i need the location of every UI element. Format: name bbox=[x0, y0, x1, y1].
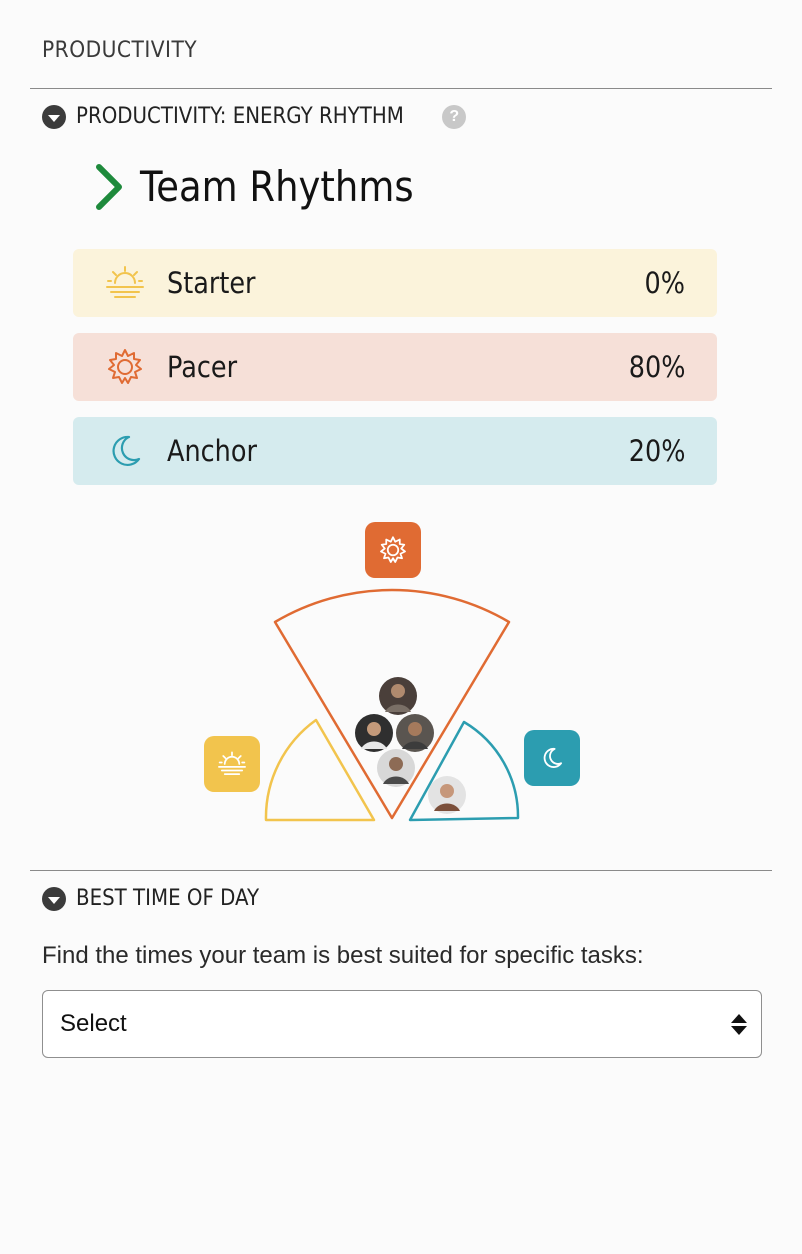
rhythm-row-anchor: Anchor 20% bbox=[73, 417, 717, 485]
avatar bbox=[377, 749, 415, 787]
header-divider bbox=[30, 88, 772, 89]
help-icon[interactable]: ? bbox=[442, 104, 467, 129]
avatar bbox=[396, 714, 434, 752]
collapse-toggle-icon[interactable] bbox=[42, 104, 66, 129]
section-divider bbox=[30, 870, 772, 871]
avatar bbox=[428, 776, 466, 814]
best-time-select[interactable]: Select bbox=[42, 990, 762, 1058]
page-header: PRODUCTIVITY bbox=[42, 38, 198, 63]
rhythm-percent: 0% bbox=[644, 266, 685, 300]
avatar bbox=[355, 714, 393, 752]
rhythm-percent: 20% bbox=[628, 434, 685, 468]
energy-rhythm-section-title: PRODUCTIVITY: ENERGY RHYTHM bbox=[76, 104, 404, 129]
select-value: Select bbox=[60, 1010, 127, 1037]
team-rhythms-title: Team Rhythms bbox=[140, 162, 414, 211]
best-time-intro: Find the times your team is best suited … bbox=[42, 942, 644, 969]
rhythm-row-pacer: Pacer 80% bbox=[73, 333, 717, 401]
select-arrows-icon bbox=[731, 1013, 747, 1035]
rhythm-label: Anchor bbox=[167, 434, 257, 468]
team-rhythms-heading: Team Rhythms bbox=[94, 162, 451, 211]
rhythm-label: Starter bbox=[167, 266, 256, 300]
energy-rhythm-section-header[interactable]: PRODUCTIVITY: ENERGY RHYTHM ? bbox=[42, 104, 467, 129]
sun-gear-icon bbox=[103, 345, 147, 389]
best-time-section-header[interactable]: BEST TIME OF DAY bbox=[42, 886, 280, 911]
rhythm-label: Pacer bbox=[167, 350, 238, 384]
sunrise-icon bbox=[103, 261, 147, 305]
moon-icon bbox=[103, 429, 147, 473]
chevron-right-icon bbox=[94, 163, 124, 211]
rhythm-percent: 80% bbox=[628, 350, 685, 384]
energy-rhythm-chart bbox=[264, 588, 520, 822]
best-time-section-title: BEST TIME OF DAY bbox=[76, 886, 260, 911]
collapse-toggle-icon[interactable] bbox=[42, 886, 66, 911]
rhythm-row-starter: Starter 0% bbox=[73, 249, 717, 317]
avatar bbox=[379, 677, 417, 715]
